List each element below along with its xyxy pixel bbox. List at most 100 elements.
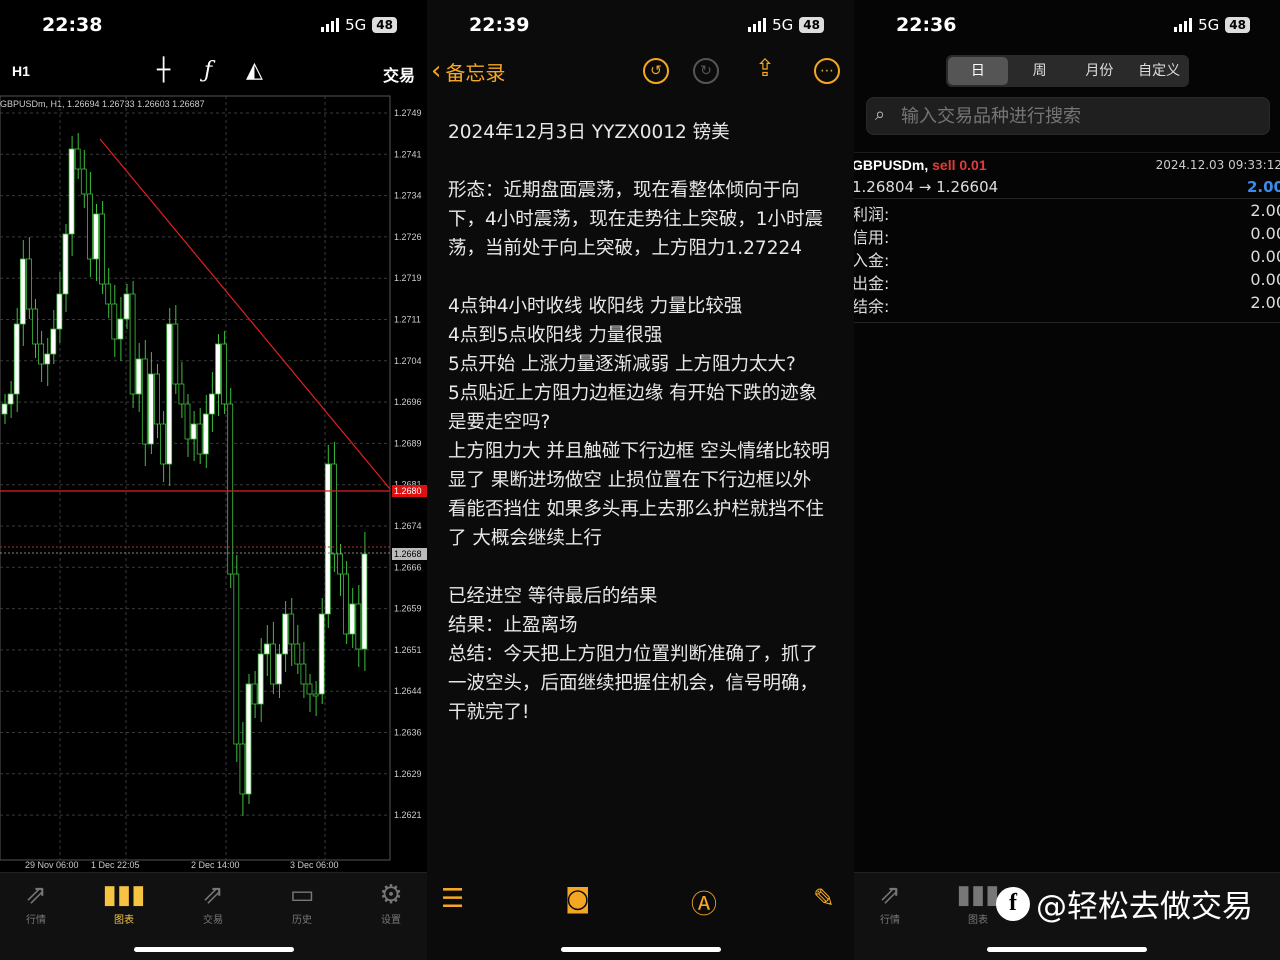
tab-quotes[interactable]: ⇗ 行情 [6,879,66,926]
summary-value: 2.00 [1250,293,1280,312]
segment-custom[interactable]: 自定义 [1129,55,1189,87]
share-icon[interactable]: ⇪ [755,54,775,82]
candle-body [239,743,246,795]
status-time: 22:39 [469,14,530,36]
time-axis-label: 3 Dec 06:00 [290,860,339,870]
tab-settings[interactable]: ⚙ 设置 [361,879,421,926]
timeframe-button[interactable]: H1 [12,63,30,79]
search-input[interactable] [901,98,1261,134]
quotes-icon: ⇗ [879,880,901,910]
chevron-left-icon: ‹ [431,56,442,86]
notes-panel: 22:39 5G 48 ‹ 备忘录 ↺ ↻ ⇪ ⋯ 2024年12月3日 YYZX… [427,0,854,960]
candle-body [361,553,368,650]
price-axis-label: 1.2644 [394,686,422,696]
candle-body [227,403,234,575]
redo-icon[interactable]: ↻ [693,58,719,84]
watermark: f @轻松去做交易 [996,881,1253,926]
summary-value: 0.00 [1250,270,1280,289]
candle-body [87,193,93,260]
symbol-name: GBPUSDm, [854,157,929,173]
candle-body [221,343,228,405]
back-label: 备忘录 [445,60,506,85]
tab-label: 行情 [26,915,46,926]
tab-trade[interactable]: ⇗ 交易 [183,879,243,926]
summary-row: 入金: 0.00 [854,247,1280,270]
quotes-icon: ⇗ [25,880,47,910]
candle-body [318,613,325,695]
candle-body [99,213,105,285]
watermark-logo-icon: f [996,886,1030,921]
candle-body [312,693,319,697]
price-chart[interactable]: GBPUSDm, H1, 1.26694 1.26733 1.26603 1.2… [0,94,427,874]
trade-icon: ⇗ [202,880,224,910]
signal-icon [748,18,767,32]
chart-toolbar: H1 ┼ ƒ ◭ 交易 [0,52,427,92]
back-button[interactable]: ‹ 备忘录 [431,56,505,86]
segment-week[interactable]: 周 [1010,55,1070,87]
summary-label: 入金: [854,251,890,270]
segment-day[interactable]: 日 [948,57,1008,85]
summary-list: 利润: 2.00 信用: 0.00 入金: 0.00 出金: 0.00 结余: 2.00 [854,198,1280,316]
price-axis-label: 1.2741 [394,149,422,159]
battery-icon: 48 [372,17,397,33]
candle-body [172,323,179,385]
trade-button[interactable]: 交易 [383,62,415,86]
summary-label: 出金: [854,274,890,293]
tab-quotes[interactable]: ⇗ 行情 [860,879,920,926]
current-price-label: 1.2668 [394,549,422,559]
tab-history[interactable]: ▭ 历史 [272,879,332,926]
more-icon[interactable]: ⋯ [814,58,840,84]
compose-icon[interactable]: ✎ [813,884,835,914]
crosshair-icon[interactable]: ┼ [157,58,170,83]
time-axis-label: 29 Nov 06:00 [25,860,79,870]
level-label: 1.2680 [394,486,422,496]
price-axis-label: 1.2674 [394,521,422,531]
candle-body [337,553,343,575]
summary-row: 信用: 0.00 [854,224,1280,247]
status-time: 22:38 [42,14,103,36]
status-indicators: 5G 48 [1174,16,1250,34]
deal-side: sell 0.01 [932,157,987,173]
price-axis-label: 1.2749 [394,108,422,118]
candle-body [62,233,69,295]
note-content[interactable]: 2024年12月3日 YYZX0012 镑美 形态：近期盘面震荡，现在看整体倾向于… [448,118,833,727]
candle-body [184,403,191,440]
candle-body [202,413,209,455]
summary-label: 信用: [854,228,890,247]
candle-body [300,663,307,685]
segment-month[interactable]: 月份 [1070,55,1130,87]
summary-value: 0.00 [1250,224,1280,243]
markup-icon[interactable]: Ⓐ [691,884,717,921]
candle-body [196,423,203,455]
tab-charts[interactable]: ▮▮▮ 图表 [94,879,154,926]
price-axis-label: 1.2659 [394,604,422,614]
price-axis-label: 1.2711 [394,315,421,325]
symbol-search: ⌕ [866,97,1270,135]
note-line: 已经进空 等待最后的结果 [448,586,658,607]
candle-body [129,293,136,395]
candle-body [13,323,20,395]
note-line: 4点钟4小时收线 收阳线 力量比较强 [448,296,743,317]
battery-icon: 48 [799,17,824,33]
note-line: 结果：止盈离场 [448,615,578,636]
function-icon[interactable]: ƒ [204,58,212,83]
tab-label: 行情 [880,915,900,926]
candle-body [111,303,118,340]
tab-label: 图表 [114,915,134,926]
checklist-icon[interactable]: ☰ [441,884,464,914]
candle-body [154,373,160,425]
deal-row[interactable]: GBPUSDm, sell 0.01 2024.12.03 09:33:12 1… [854,152,1280,196]
camera-icon[interactable]: ◙ [565,884,590,914]
candle-body [117,318,124,340]
note-line: 2024年12月3日 YYZX0012 镑美 [448,122,730,143]
status-indicators: 5G 48 [748,16,824,34]
candle-body [330,463,337,555]
notes-nav-bar: ‹ 备忘录 ↺ ↻ ⇪ ⋯ [427,52,854,92]
candle-body [7,393,14,405]
undo-icon[interactable]: ↺ [643,58,669,84]
shapes-icon[interactable]: ◭ [246,58,263,83]
candle-body [38,343,44,365]
gear-icon: ⚙ [379,880,403,910]
